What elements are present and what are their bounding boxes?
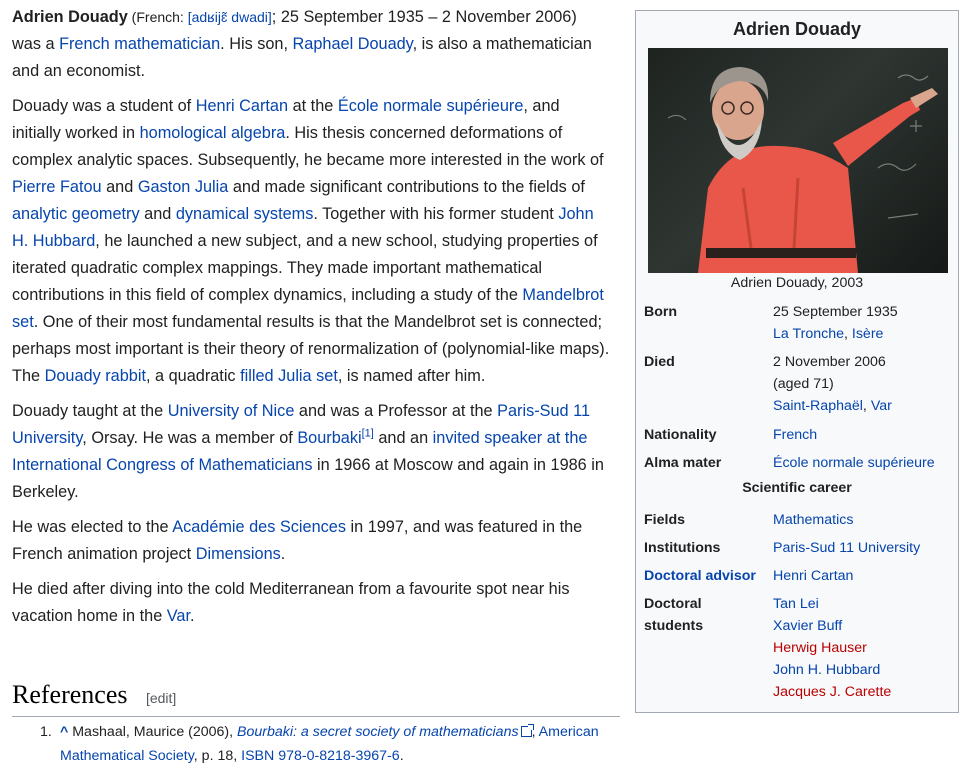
text: at the [288,97,338,115]
text: , he launched a new subject, and a new s… [12,232,598,304]
isbn-label-link[interactable]: ISBN [241,748,274,764]
link-academie-des-sciences[interactable]: Académie des Sciences [172,518,346,536]
isbn-link[interactable]: 978-0-8218-3967-6 [278,748,399,764]
link-dimensions[interactable]: Dimensions [196,545,281,563]
text: . His son, [220,35,293,53]
died-date: 2 November 2006 [773,354,886,370]
student-link[interactable]: John H. Hubbard [773,662,880,678]
link-advisor[interactable]: Henri Cartan [773,568,853,584]
article-body: Adrien Douady (French: [adʁijɛ̃ dwadi]; … [12,4,610,638]
link-alma-mater[interactable]: École normale supérieure [773,455,935,471]
subject-name: Adrien Douady [12,8,128,26]
link-dynamical-systems[interactable]: dynamical systems [176,205,314,223]
text: He was elected to the [12,518,173,536]
student-link[interactable]: Tan Lei [773,596,819,612]
link-mathematics[interactable]: Mathematics [773,512,853,528]
link-pierre-fatou[interactable]: Pierre Fatou [12,178,102,196]
text: and [139,205,176,223]
institutions-label: Institutions [644,540,721,556]
external-link-icon [520,724,534,737]
text: Douady was a student of [12,97,196,115]
honors-paragraph: He was elected to the Académie des Scien… [12,514,610,568]
edit-section-link[interactable]: [edit] [146,690,176,706]
photo-caption: Adrien Douady, 2003 [730,275,864,291]
text: . [399,748,404,764]
link-homological-algebra[interactable]: homological algebra [140,124,286,142]
text: . [190,607,195,625]
text: , is named after him. [337,367,486,385]
alma-mater-label: Alma mater [644,455,722,471]
link-gaston-julia[interactable]: Gaston Julia [138,178,229,196]
infobox: Adrien Douady Adrien Douady, 2003 Born 2… [635,10,959,713]
reference-item: 1. ^ Mashaal, Maurice (2006), Bourbaki: … [40,720,620,768]
students-label-line1: Doctoral [644,596,702,612]
link-var[interactable]: Var [167,607,190,625]
doctoral-advisor-label-link[interactable]: Doctoral advisor [644,565,769,587]
citation-ref-1[interactable]: [1] [362,428,374,440]
text: , [844,326,852,342]
infobox-title: Adrien Douady [732,19,861,39]
text: was a [12,35,60,53]
died-label: Died [644,354,675,370]
text: and was a Professor at the [294,402,498,420]
link-raphael-douady[interactable]: Raphael Douady [293,35,413,53]
text: . [280,545,286,563]
text: and an [373,429,433,447]
reference-author: Mashaal, Maurice (2006), [68,724,238,740]
references-heading: References [edit] [12,680,620,717]
link-ecole-normale[interactable]: École normale supérieure [338,97,524,115]
link-douady-rabbit[interactable]: Douady rabbit [45,367,146,385]
career-paragraph: Douady was a student of Henri Cartan at … [12,93,610,390]
reference-number: 1. [40,724,52,740]
text: , a quadratic [145,367,241,385]
student-redlink[interactable]: Jacques J. Carette [773,684,891,700]
text: and made significant contributions to th… [228,178,585,196]
link-isere[interactable]: Isère [852,326,884,342]
fields-label: Fields [644,512,685,528]
portrait-illustration [667,67,938,273]
text: He died after diving into the cold Medit… [12,580,570,625]
french-label: French: [136,9,188,25]
link-var-dept[interactable]: Var [871,398,892,414]
died-value: 2 November 2006 (aged 71) Saint-Raphaël, V… [773,351,953,417]
students-list: Tan Lei Xavier Buff Herwig Hauser John H… [773,593,953,703]
born-date: 25 September 1935 [773,304,898,320]
link-french-mathematician[interactable]: French mathematician [59,35,220,53]
lifespan-text: ; 25 September 1935 – 2 November 2006) [271,8,577,26]
nationality-label: Nationality [644,427,717,443]
link-university-of-nice[interactable]: University of Nice [168,402,295,420]
reference-list: 1. ^ Mashaal, Maurice (2006), Bourbaki: … [40,720,620,768]
teaching-paragraph: Douady taught at the University of Nice … [12,398,610,506]
student-link[interactable]: Xavier Buff [773,618,842,634]
reference-pages: , p. 18, [193,748,242,764]
link-bourbaki[interactable]: Bourbaki [297,429,361,447]
link-institution[interactable]: Paris-Sud 11 University [773,540,920,556]
died-age: (aged 71) [773,376,834,392]
link-french[interactable]: French [773,427,817,443]
lead-paragraph: Adrien Douady (French: [adʁijɛ̃ dwadi]; … [12,4,610,85]
text: . Together with his former student [313,205,559,223]
text: Douady taught at the [12,402,168,420]
link-la-tronche[interactable]: La Tronche [773,326,844,342]
ipa-link[interactable]: [adʁijɛ̃ dwadi] [188,9,272,25]
link-analytic-geometry[interactable]: analytic geometry [12,205,140,223]
text: , [862,398,871,414]
born-value: 25 September 1935 La Tronche, Isère [773,301,953,345]
link-saint-raphael[interactable]: Saint-Raphaël [773,398,863,414]
student-redlink[interactable]: Herwig Hauser [773,640,867,656]
students-label-line2: students [644,618,704,634]
reference-title-link[interactable]: Bourbaki: a secret society of mathematic… [237,724,534,740]
text: , Orsay. He was a member of [82,429,298,447]
reference-title: Bourbaki: a secret society of mathematic… [237,724,519,740]
text: and [101,178,138,196]
references-title: References [12,680,128,709]
students-label: Doctoral students [644,593,769,637]
death-paragraph: He died after diving into the cold Medit… [12,576,610,630]
link-henri-cartan[interactable]: Henri Cartan [196,97,288,115]
link-filled-julia-set[interactable]: filled Julia set [240,367,338,385]
portrait-photo[interactable] [648,48,948,273]
born-label: Born [644,304,678,320]
career-subheading: Scientific career [742,480,852,496]
